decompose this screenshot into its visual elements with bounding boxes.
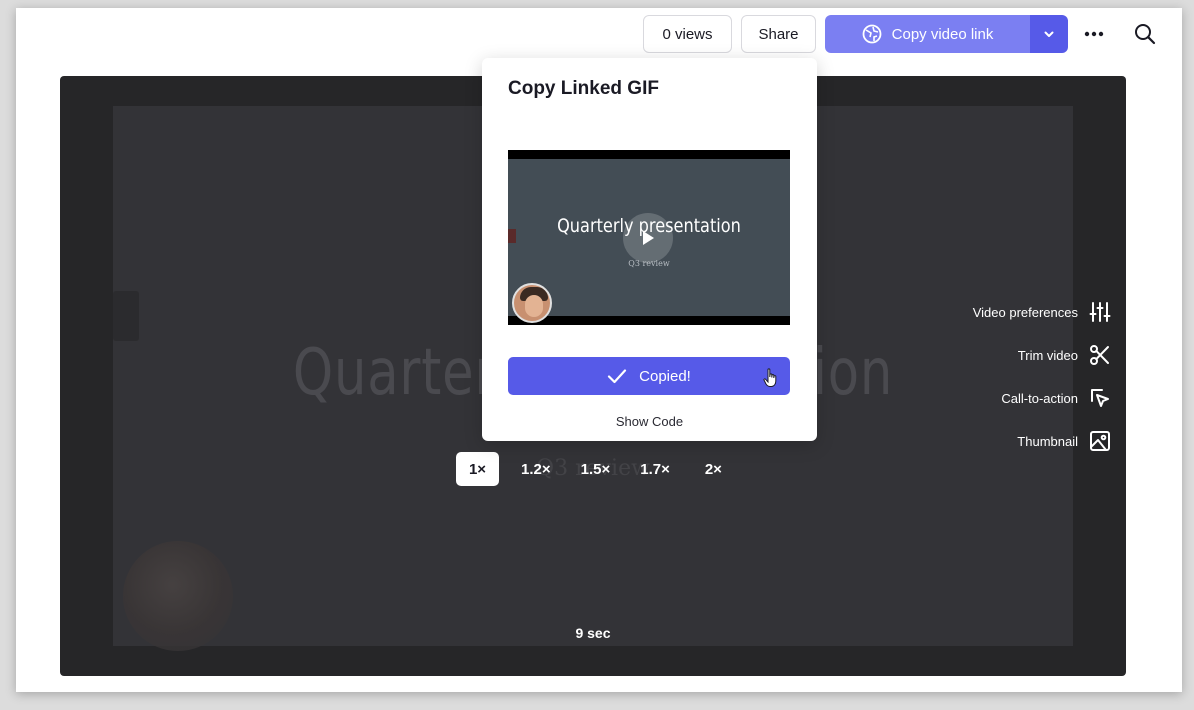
gif-preview[interactable]: Quarterly presentation Q3 review <box>508 150 790 325</box>
play-icon <box>623 213 673 263</box>
video-preferences-label: Video preferences <box>972 304 1078 320</box>
more-horizontal-icon <box>1084 31 1104 37</box>
cursor-click-icon <box>1091 389 1109 407</box>
video-side-actions: Video preferences Trim video Call-to-act… <box>973 298 1112 470</box>
copy-video-link-split-button: Copy video link <box>825 15 1068 53</box>
video-duration: 9 sec <box>575 625 611 641</box>
avatar <box>512 283 552 323</box>
checkmark-icon <box>608 369 627 384</box>
speed-option-1x[interactable]: 1× <box>456 452 499 486</box>
app-window: 0 views Share Copy video link Quarterly … <box>16 8 1182 692</box>
thumbnail-label: Thumbnail <box>1017 433 1078 449</box>
image-icon <box>1090 431 1110 451</box>
recording-controls <box>113 291 139 341</box>
recording-indicator <box>508 229 516 243</box>
views-label: 0 views <box>662 25 713 43</box>
copied-label: Copied! <box>639 367 691 385</box>
share-button[interactable]: Share <box>741 15 816 53</box>
speed-option-1-5x[interactable]: 1.5× <box>573 452 619 486</box>
show-code-link[interactable]: Show Code <box>482 414 817 429</box>
search-icon <box>1135 24 1156 45</box>
copy-link-dropdown-toggle[interactable] <box>1030 15 1068 53</box>
speed-option-2x[interactable]: 2× <box>692 452 735 486</box>
speed-option-1-7x[interactable]: 1.7× <box>632 452 678 486</box>
share-label: Share <box>758 25 799 43</box>
views-button[interactable]: 0 views <box>643 15 732 53</box>
copy-video-link-label: Copy video link <box>891 25 994 43</box>
copy-video-link-button[interactable]: Copy video link <box>825 15 1030 53</box>
chevron-down-icon <box>1044 31 1054 37</box>
copy-linked-gif-popover: Copy Linked GIF Quarterly presentation Q… <box>482 58 817 441</box>
thumbnail-action[interactable]: Thumbnail <box>973 427 1112 455</box>
playback-speed-selector: 1× 1.2× 1.5× 1.7× 2× <box>456 452 735 486</box>
popover-title: Copy Linked GIF <box>508 78 659 99</box>
scissors-icon <box>1090 345 1109 365</box>
more-options-button[interactable] <box>1080 22 1108 46</box>
trim-video-action[interactable]: Trim video <box>973 341 1112 369</box>
video-preferences-action[interactable]: Video preferences <box>973 298 1112 326</box>
link-globe-icon <box>862 24 882 44</box>
speed-option-1-2x[interactable]: 1.2× <box>513 452 559 486</box>
search-button[interactable] <box>1131 20 1159 48</box>
sliders-icon <box>1089 302 1111 322</box>
call-to-action-label: Call-to-action <box>1001 390 1078 406</box>
hand-cursor-icon <box>763 368 777 387</box>
trim-video-label: Trim video <box>1017 347 1078 363</box>
gif-preview-frame: Quarterly presentation Q3 review <box>508 159 790 323</box>
copied-button[interactable]: Copied! <box>508 357 790 395</box>
call-to-action-action[interactable]: Call-to-action <box>973 384 1112 412</box>
